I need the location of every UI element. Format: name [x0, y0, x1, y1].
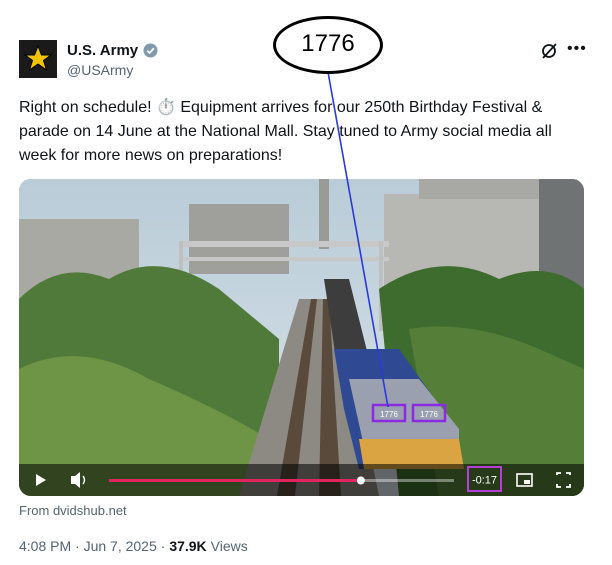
tweet-meta: 4:08 PM · Jun 7, 2025 · 37.9K Views [19, 538, 248, 554]
views-count: 37.9K [169, 538, 207, 554]
star-logo-icon [19, 40, 57, 78]
annotation-label: 1776 [301, 30, 355, 57]
author-name-row[interactable]: U.S. Army [67, 42, 158, 59]
video-frame: 1776 1776 -0:17 [19, 179, 584, 496]
video-player[interactable]: 1776 1776 -0:17 [19, 179, 584, 496]
grok-icon[interactable] [540, 42, 558, 60]
tweet-text: Right on schedule! ⏱️ Equipment arrives … [19, 99, 552, 164]
author-name[interactable]: U.S. Army [67, 42, 138, 59]
time-remaining: -0:17 [472, 475, 497, 487]
media-source[interactable]: From dvidshub.net [19, 503, 127, 518]
timestamp[interactable]: 4:08 PM · Jun 7, 2025 · [19, 538, 165, 554]
verified-badge-icon [143, 43, 158, 58]
avatar[interactable] [19, 40, 57, 78]
progress-handle[interactable] [356, 476, 365, 485]
author-handle[interactable]: @USArmy [67, 62, 133, 78]
plate-left-text: 1776 [380, 410, 398, 419]
plate-right-text: 1776 [420, 410, 438, 419]
progress-fill [109, 479, 361, 482]
views-label: Views [210, 538, 248, 554]
more-icon[interactable]: ••• [567, 40, 587, 58]
